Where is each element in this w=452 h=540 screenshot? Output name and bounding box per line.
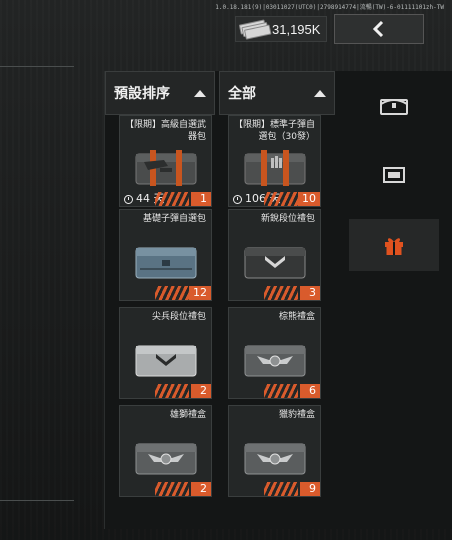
- item-quantity: 6: [300, 384, 320, 398]
- item-footer: 9: [229, 482, 320, 496]
- item-card[interactable]: 新銳段位禮包 3: [228, 209, 321, 301]
- inventory-panel: 預設排序 全部 【限期】高級自選武器包 44 天 1 【限期】標準子彈自選包（3…: [104, 71, 452, 529]
- item-box-image: [134, 434, 198, 478]
- item-card[interactable]: 【限期】標準子彈自選包（30發） 106 天 10: [228, 115, 321, 207]
- item-quantity: 3: [300, 286, 320, 300]
- clock-icon: [233, 194, 242, 204]
- tab-crate[interactable]: [349, 149, 439, 201]
- item-card[interactable]: 尖兵段位禮包 2: [119, 307, 212, 399]
- tab-chest[interactable]: [349, 79, 439, 131]
- item-box-image: [134, 238, 198, 282]
- item-card[interactable]: 【限期】高級自選武器包 44 天 1: [119, 115, 212, 207]
- item-title: 獵豹禮盒: [278, 410, 315, 420]
- item-footer: 2: [120, 482, 211, 496]
- item-card[interactable]: 棕熊禮盒 6: [228, 307, 321, 399]
- back-button[interactable]: [334, 14, 424, 44]
- caret-up-icon: [194, 89, 206, 97]
- sort-dropdown-label: 預設排序: [114, 86, 170, 102]
- caret-up-icon: [314, 89, 326, 97]
- item-card[interactable]: 雄獅禮盒 2: [119, 405, 212, 497]
- item-quantity: 2: [191, 384, 211, 398]
- item-box-image: [243, 144, 307, 188]
- tab-gift[interactable]: [349, 219, 439, 271]
- item-quantity: 2: [191, 482, 211, 496]
- hatch-decoration: [155, 286, 189, 300]
- item-quantity: 10: [298, 192, 320, 206]
- hatch-decoration: [264, 192, 298, 206]
- item-title: 棕熊禮盒: [278, 312, 315, 322]
- hatch-decoration: [155, 192, 189, 206]
- item-footer: 106 天 10: [229, 192, 320, 206]
- item-title: 【限期】標準子彈自選包（30發）: [233, 120, 315, 142]
- clock-icon: [124, 194, 133, 204]
- cash-stack-icon: [238, 19, 272, 40]
- item-footer: 12: [120, 286, 211, 300]
- chest-icon: [380, 99, 408, 115]
- divider: [0, 500, 74, 501]
- item-card[interactable]: 基礎子彈自選包 12: [119, 209, 212, 301]
- hatch-decoration: [155, 384, 189, 398]
- version-info: 1.0.18.181(9)|03011027(UTC0)|2798914774|…: [215, 4, 444, 11]
- gift-icon: [385, 238, 403, 255]
- item-quantity: 1: [191, 192, 211, 206]
- item-footer: 6: [229, 384, 320, 398]
- item-box-image: [134, 336, 198, 380]
- currency-display: 31,195K: [235, 16, 327, 42]
- item-quantity: 9: [300, 482, 320, 496]
- item-title: 雄獅禮盒: [169, 410, 206, 420]
- sort-dropdown[interactable]: 預設排序: [105, 71, 215, 115]
- item-box-image: [243, 434, 307, 478]
- item-title: 尖兵段位禮包: [151, 312, 206, 322]
- item-box-image: [243, 336, 307, 380]
- item-footer: 44 天 1: [120, 192, 211, 206]
- item-title: 【限期】高級自選武器包: [124, 120, 206, 142]
- item-quantity: 12: [189, 286, 211, 300]
- item-card[interactable]: 獵豹禮盒 9: [228, 405, 321, 497]
- item-box-image: [243, 238, 307, 282]
- side-tabs: [335, 71, 452, 271]
- category-dropdown-label: 全部: [228, 86, 256, 102]
- hatch-decoration: [264, 384, 298, 398]
- item-title: 基礎子彈自選包: [142, 214, 206, 224]
- item-footer: 2: [120, 384, 211, 398]
- item-footer: 3: [229, 286, 320, 300]
- currency-amount: 31,195K: [272, 21, 321, 37]
- crate-icon: [383, 167, 405, 183]
- divider: [0, 66, 74, 67]
- hatch-decoration: [264, 482, 298, 496]
- item-box-image: [134, 144, 198, 188]
- hatch-decoration: [264, 286, 298, 300]
- hatch-decoration: [155, 482, 189, 496]
- item-title: 新銳段位禮包: [260, 214, 315, 224]
- category-dropdown[interactable]: 全部: [219, 71, 335, 115]
- chevron-left-icon: [372, 20, 384, 38]
